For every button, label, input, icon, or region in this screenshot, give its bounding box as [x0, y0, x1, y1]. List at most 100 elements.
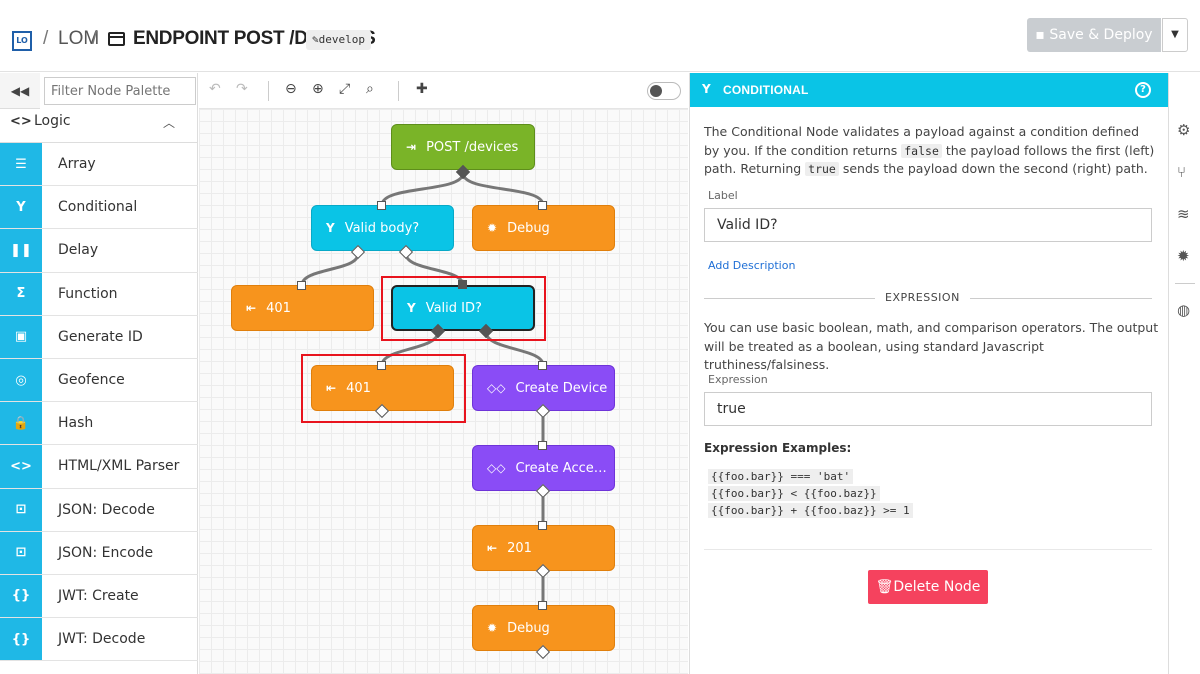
label-input[interactable]: Valid ID?: [704, 208, 1152, 242]
logo-icon[interactable]: LO: [12, 31, 32, 51]
json-encode-icon: ⊡: [0, 531, 42, 574]
palette-item-hash[interactable]: 🔒 Hash: [0, 402, 198, 446]
palette-group-label: Logic: [34, 113, 71, 129]
expression-example: {{foo.bar}} === 'bat': [708, 469, 854, 484]
conditional-icon: Y: [0, 186, 42, 229]
expression-caption: Expression: [708, 373, 768, 386]
code-icon: <>: [0, 445, 42, 488]
palette-item-label: HTML/XML Parser: [58, 458, 180, 475]
filter-palette-input[interactable]: [44, 77, 196, 105]
palette-item-conditional[interactable]: Y Conditional: [0, 186, 198, 230]
storage-icon[interactable]: ≋: [1177, 205, 1190, 223]
input-port[interactable]: [538, 441, 547, 450]
sigma-icon: Σ: [0, 272, 42, 315]
deploy-dropdown-button[interactable]: ▼: [1162, 18, 1188, 52]
palette-item-delay[interactable]: ❚❚ Delay: [0, 229, 198, 273]
collapse-palette-button[interactable]: ◀◀: [0, 73, 40, 109]
palette-item-jwt-decode[interactable]: {} JWT: Decode: [0, 618, 198, 662]
pause-icon: ❚❚: [0, 229, 42, 272]
delete-node-button[interactable]: 🗑Delete Node: [868, 570, 988, 604]
palette-item-label: JWT: Create: [58, 587, 139, 604]
section-divider: [704, 549, 1152, 550]
add-description-link[interactable]: Add Description: [708, 259, 795, 272]
device-icon: ◇◇: [487, 461, 506, 475]
trash-icon: 🗑: [875, 579, 894, 595]
conditional-icon: Y: [326, 221, 335, 235]
palette-item-label: Hash: [58, 415, 94, 432]
node-response-401[interactable]: ⇤ 401: [231, 285, 374, 331]
edge: [380, 172, 465, 206]
branch-icon[interactable]: ⑂: [1177, 163, 1186, 181]
rail-divider: [1175, 283, 1195, 284]
node-label: 201: [507, 540, 532, 556]
node-valid-body[interactable]: Y Valid body?: [311, 205, 454, 251]
palette-item-json-encode[interactable]: ⊡ JSON: Encode: [0, 531, 198, 575]
workflow-icon: [108, 32, 125, 46]
highlight-box: [381, 276, 546, 341]
collapse-icon: ◀◀: [10, 84, 30, 98]
device-icon: ◇◇: [487, 381, 506, 395]
input-port[interactable]: [538, 601, 547, 610]
debug-icon[interactable]: ✹: [1177, 247, 1190, 265]
workflow-canvas[interactable]: ↶ ↷ ⊖ ⊕ ⤢ ⌕ ✚ ⇥ POST /devices Y Valid body…: [199, 73, 688, 674]
input-port[interactable]: [538, 361, 547, 370]
input-port[interactable]: [377, 201, 386, 210]
palette-item-json-decode[interactable]: ⊡ JSON: Decode: [0, 488, 198, 532]
node-post-devices[interactable]: ⇥ POST /devices: [391, 124, 535, 170]
json-decode-icon: ⊡: [0, 488, 42, 531]
chevron-up-icon: ︿: [163, 116, 176, 130]
save-deploy-button[interactable]: ▪ Save & Deploy: [1027, 18, 1161, 52]
node-palette: ◀◀ <> Logic ︿ ☰ Array Y Conditional ❚❚ Dela…: [0, 73, 198, 674]
node-properties-panel: Y CONDITIONAL ? The Conditional Node val…: [689, 73, 1168, 674]
palette-item-label: Array: [58, 156, 96, 172]
palette-item-label: Geofence: [58, 371, 125, 388]
endpoint-icon: ⇥: [406, 140, 417, 154]
section-title: EXPRESSION: [875, 291, 970, 304]
panel-header: Y CONDITIONAL ?: [690, 73, 1168, 107]
palette-item-label: JWT: Decode: [58, 631, 146, 648]
help-icon[interactable]: ?: [1135, 82, 1151, 98]
palette-item-generate-id[interactable]: ▣ Generate ID: [0, 315, 198, 359]
id-card-icon: ▣: [0, 315, 42, 358]
conditional-icon: Y: [702, 82, 711, 96]
node-label: POST /devices: [426, 139, 519, 155]
node-debug[interactable]: ✹ Debug: [472, 605, 615, 651]
globe-icon[interactable]: ◍: [1177, 301, 1190, 319]
palette-item-label: Function: [58, 285, 118, 302]
palette-item-geofence[interactable]: ◎ Geofence: [0, 358, 198, 403]
palette-item-label: JSON: Decode: [58, 501, 155, 518]
code-true: true: [805, 162, 839, 176]
lock-icon: 🔒: [0, 402, 42, 445]
breadcrumb-separator: /: [43, 28, 49, 49]
examples-title: Expression Examples:: [704, 441, 852, 455]
expression-help-text: You can use basic boolean, math, and com…: [704, 320, 1159, 372]
jwt-icon: {}: [0, 574, 42, 618]
palette-group-logic[interactable]: <> Logic ︿: [0, 109, 198, 143]
input-port[interactable]: [538, 201, 547, 210]
palette-item-jwt-create[interactable]: {} JWT: Create: [0, 574, 198, 619]
description-text: sends the payload down the second (right…: [838, 161, 1148, 176]
branch-badge[interactable]: ✎develop: [306, 30, 371, 50]
jwt-icon: {}: [0, 618, 42, 661]
input-port[interactable]: [297, 281, 306, 290]
expression-example: {{foo.bar}} + {{foo.baz}} >= 1: [708, 503, 913, 518]
palette-item-array[interactable]: ☰ Array: [0, 143, 198, 187]
response-icon: ⇤: [246, 301, 257, 315]
node-description: The Conditional Node validates a payload…: [704, 123, 1156, 179]
palette-item-label: JSON: Encode: [58, 544, 154, 561]
save-icon: ▪: [1035, 27, 1050, 43]
settings-icon[interactable]: ⚙: [1177, 121, 1190, 139]
crosshair-icon: ◎: [0, 358, 42, 402]
expression-input[interactable]: true: [704, 392, 1152, 426]
node-label: Create Acce…: [515, 460, 607, 476]
node-label: Create Device: [515, 380, 608, 396]
node-label: Debug: [507, 220, 550, 236]
array-icon: ☰: [0, 143, 42, 186]
bug-icon: ✹: [487, 621, 498, 635]
palette-item-function[interactable]: Σ Function: [0, 272, 198, 316]
palette-item-html-xml-parser[interactable]: <> HTML/XML Parser: [0, 445, 198, 489]
input-port[interactable]: [538, 521, 547, 530]
edge: [300, 253, 360, 286]
response-icon: ⇤: [487, 541, 498, 555]
node-debug[interactable]: ✹ Debug: [472, 205, 615, 251]
